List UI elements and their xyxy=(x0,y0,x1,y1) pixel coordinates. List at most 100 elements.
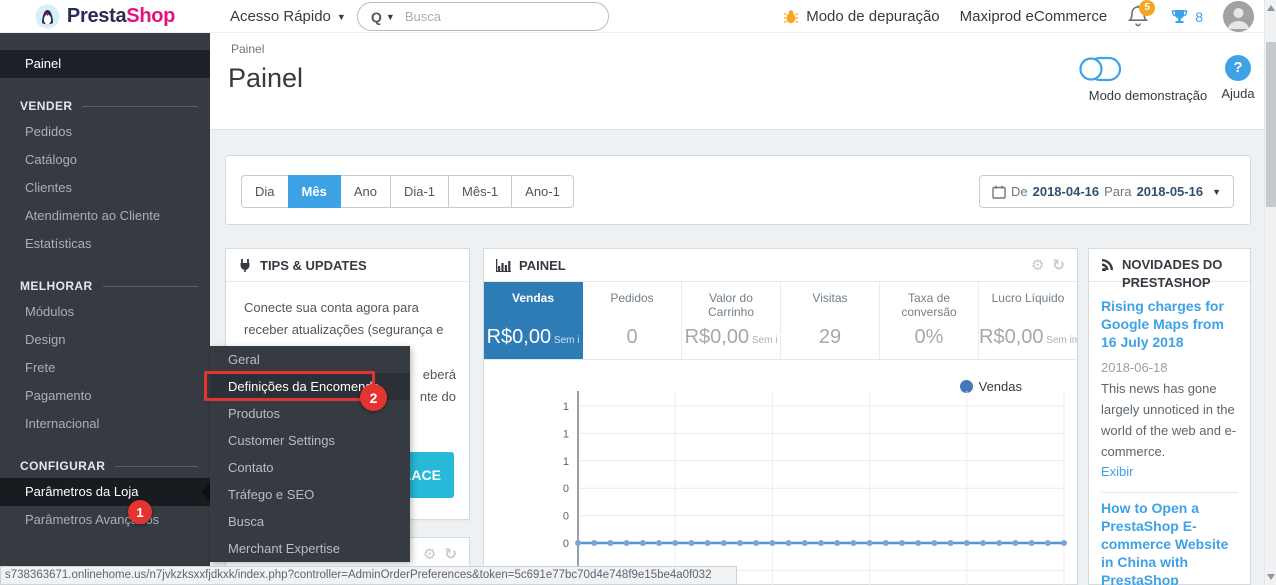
sidebar-item-pedidos[interactable]: Pedidos xyxy=(0,118,210,146)
annotation-step-1-badge: 1 xyxy=(128,500,152,524)
range-button-ano-1[interactable]: Ano-1 xyxy=(511,175,574,208)
sidebar-section-title: CONFIGURAR xyxy=(0,454,210,478)
kpi-label: Vendas xyxy=(511,291,555,305)
range-button-mes[interactable]: Mês xyxy=(287,175,341,208)
range-button-ano[interactable]: Ano xyxy=(339,175,391,208)
kpi-label: Lucro Líquido xyxy=(991,291,1065,305)
sidebar-section: VENDER Pedidos Catálogo Clientes Atendimento… xyxy=(0,94,210,258)
calendar-icon xyxy=(992,185,1006,199)
bar-chart-icon xyxy=(496,258,511,272)
sidebar-item-modulos[interactable]: Módulos xyxy=(0,298,210,326)
kpi-tile-valor-do-carrinho[interactable]: Valor do Carrinho R$0,00 Sem i xyxy=(682,282,781,359)
kpi-value: R$0,00 Sem imp. xyxy=(979,326,1077,349)
date-range-picker[interactable]: De 2018-04-16 Para 2018-05-16 ▼ xyxy=(978,175,1234,208)
submenu-item-customer-settings[interactable]: Customer Settings xyxy=(210,427,410,454)
obscured-text-fragment: eberá xyxy=(422,367,456,382)
sidebar-item-frete[interactable]: Frete xyxy=(0,354,210,382)
prestashop-logo[interactable]: PrestaShop xyxy=(0,0,210,33)
submenu-item-trafego-e-seo[interactable]: Tráfego e SEO xyxy=(210,481,410,508)
sidebar-section-title: VENDER xyxy=(0,94,210,118)
sidebar-item-estatisticas[interactable]: Estatísticas xyxy=(0,230,210,258)
sidebar-item-clientes[interactable]: Clientes xyxy=(0,174,210,202)
sidebar-item-parametros-da-loja[interactable]: Parâmetros da Loja xyxy=(0,478,210,506)
shop-name-link[interactable]: Maxiprod eCommerce xyxy=(960,8,1108,25)
scroll-down-arrow[interactable] xyxy=(1267,574,1275,580)
chevron-down-icon: ▼ xyxy=(336,11,346,22)
kpi-value: R$0,00 Sem i xyxy=(486,326,580,348)
achievements-button[interactable]: 8 xyxy=(1171,8,1203,25)
sales-line-chart: 1110000 xyxy=(563,391,1067,585)
sidebar-item-design[interactable]: Design xyxy=(0,326,210,354)
search-scope-icon: Q xyxy=(371,8,382,25)
gear-icon[interactable]: ⚙ xyxy=(423,547,436,562)
sidebar-item-catalogo[interactable]: Catálogo xyxy=(0,146,210,174)
news-item-excerpt: This news has gone largely unnoticed in … xyxy=(1101,381,1237,459)
kpi-label: Taxa de conversão xyxy=(901,291,957,319)
prestashop-admin-window: PrestaShop Acesso Rápido ▼ Q ▼ Busca Modo… xyxy=(0,0,1276,585)
submenu-item-busca[interactable]: Busca xyxy=(210,508,410,535)
plug-icon xyxy=(238,258,252,272)
kpi-tile-lucro-liquido[interactable]: Lucro Líquido R$0,00 Sem imp. xyxy=(979,282,1077,359)
notifications-button[interactable]: 5 xyxy=(1127,0,1156,30)
prestashop-news-panel: NOVIDADES DO PRESTASHOP Rising charges f… xyxy=(1088,248,1251,585)
news-item-title[interactable]: Rising charges for Google Maps from 16 J… xyxy=(1101,297,1238,351)
divider xyxy=(1101,492,1238,493)
chevron-down-icon[interactable]: ▼ xyxy=(386,12,395,22)
help-button[interactable]: ? Ajuda xyxy=(1212,55,1264,101)
obscured-text-fragment: nte do xyxy=(419,389,456,404)
scroll-up-arrow[interactable] xyxy=(1267,5,1275,11)
user-avatar[interactable] xyxy=(1223,1,1254,32)
refresh-icon[interactable]: ↻ xyxy=(444,547,457,562)
annotation-step-2-badge: 2 xyxy=(360,384,387,411)
kpi-tile-visitas[interactable]: Visitas 29 xyxy=(781,282,880,359)
kpi-tile-pedidos[interactable]: Pedidos 0 xyxy=(583,282,682,359)
kpi-label: Visitas xyxy=(812,291,848,305)
vertical-scrollbar[interactable] xyxy=(1264,0,1276,585)
sidebar-item-painel[interactable]: Painel xyxy=(0,50,210,78)
toggle-icon xyxy=(1078,55,1218,83)
sidebar-item-atendimento-ao-cliente[interactable]: Atendimento ao Cliente xyxy=(0,202,210,230)
kpi-value: 29 xyxy=(818,326,842,348)
kpi-note: Sem imp. xyxy=(1046,335,1077,346)
kpi-label: Pedidos xyxy=(610,291,654,305)
gear-icon[interactable]: ⚙ xyxy=(1031,258,1044,273)
demo-mode-toggle[interactable]: Modo demonstração xyxy=(1078,55,1218,103)
date-from-value: 2018-04-16 xyxy=(1032,184,1100,199)
sidebar-item-pagamento[interactable]: Pagamento xyxy=(0,382,210,410)
kpi-note: Sem i xyxy=(749,335,778,346)
kpi-value: 0% xyxy=(914,326,944,348)
kpi-tile-taxa-de-conversao[interactable]: Taxa de conversão 0% xyxy=(880,282,979,359)
sidebar-item-parametros-avancados[interactable]: Parâmetros Avançados xyxy=(0,506,210,534)
page-title: Painel xyxy=(228,63,304,93)
scrollbar-thumb[interactable] xyxy=(1266,42,1276,207)
quick-access-dropdown[interactable]: Acesso Rápido ▼ xyxy=(230,0,346,33)
kpi-tile-vendas[interactable]: Vendas R$0,00 Sem i xyxy=(484,282,583,359)
breadcrumb[interactable]: Painel xyxy=(231,42,264,56)
sidebar-section: CONFIGURAR Parâmetros da Loja Parâmetros A… xyxy=(0,454,210,534)
sidebar-section-title: MELHORAR xyxy=(0,274,210,298)
range-button-dia[interactable]: Dia xyxy=(241,175,289,208)
sidebar-item-internacional[interactable]: Internacional xyxy=(0,410,210,438)
news-list: Rising charges for Google Maps from 16 J… xyxy=(1089,282,1250,585)
kpi-label: Valor do Carrinho xyxy=(707,291,755,319)
svg-text:1: 1 xyxy=(563,456,569,468)
range-button-group: Dia Mês Ano Dia-1 Mês-1 Ano-1 xyxy=(241,175,574,208)
refresh-icon[interactable]: ↻ xyxy=(1052,258,1065,273)
panel-title: PAINEL xyxy=(519,257,566,273)
svg-text:1: 1 xyxy=(563,401,569,413)
submenu-item-merchant-expertise[interactable]: Merchant Expertise xyxy=(210,535,410,562)
bug-icon xyxy=(783,9,799,25)
global-search-input[interactable]: Q ▼ Busca xyxy=(357,2,609,31)
news-item-link[interactable]: Exibir xyxy=(1101,464,1238,479)
submenu-item-geral[interactable]: Geral xyxy=(210,346,410,373)
link-status-bar: s738363671.onlinehome.us/n7jvkzksxxfjdkx… xyxy=(0,566,737,585)
submenu-item-contato[interactable]: Contato xyxy=(210,454,410,481)
news-item-date: 2018-06-18 xyxy=(1101,360,1168,375)
range-button-mes-1[interactable]: Mês-1 xyxy=(448,175,513,208)
debug-mode-indicator[interactable]: Modo de depuração xyxy=(783,8,940,25)
news-item-title[interactable]: How to Open a PrestaShop E-commerce Webs… xyxy=(1101,499,1238,585)
range-button-dia-1[interactable]: Dia-1 xyxy=(389,175,450,208)
kpi-row: Vendas R$0,00 Sem i Pedidos 0 Valor do Carri… xyxy=(484,282,1077,360)
shop-parameters-submenu: Geral Definições da Encomenda Produtos Cust… xyxy=(210,346,410,562)
chevron-down-icon: ▼ xyxy=(1212,186,1221,197)
